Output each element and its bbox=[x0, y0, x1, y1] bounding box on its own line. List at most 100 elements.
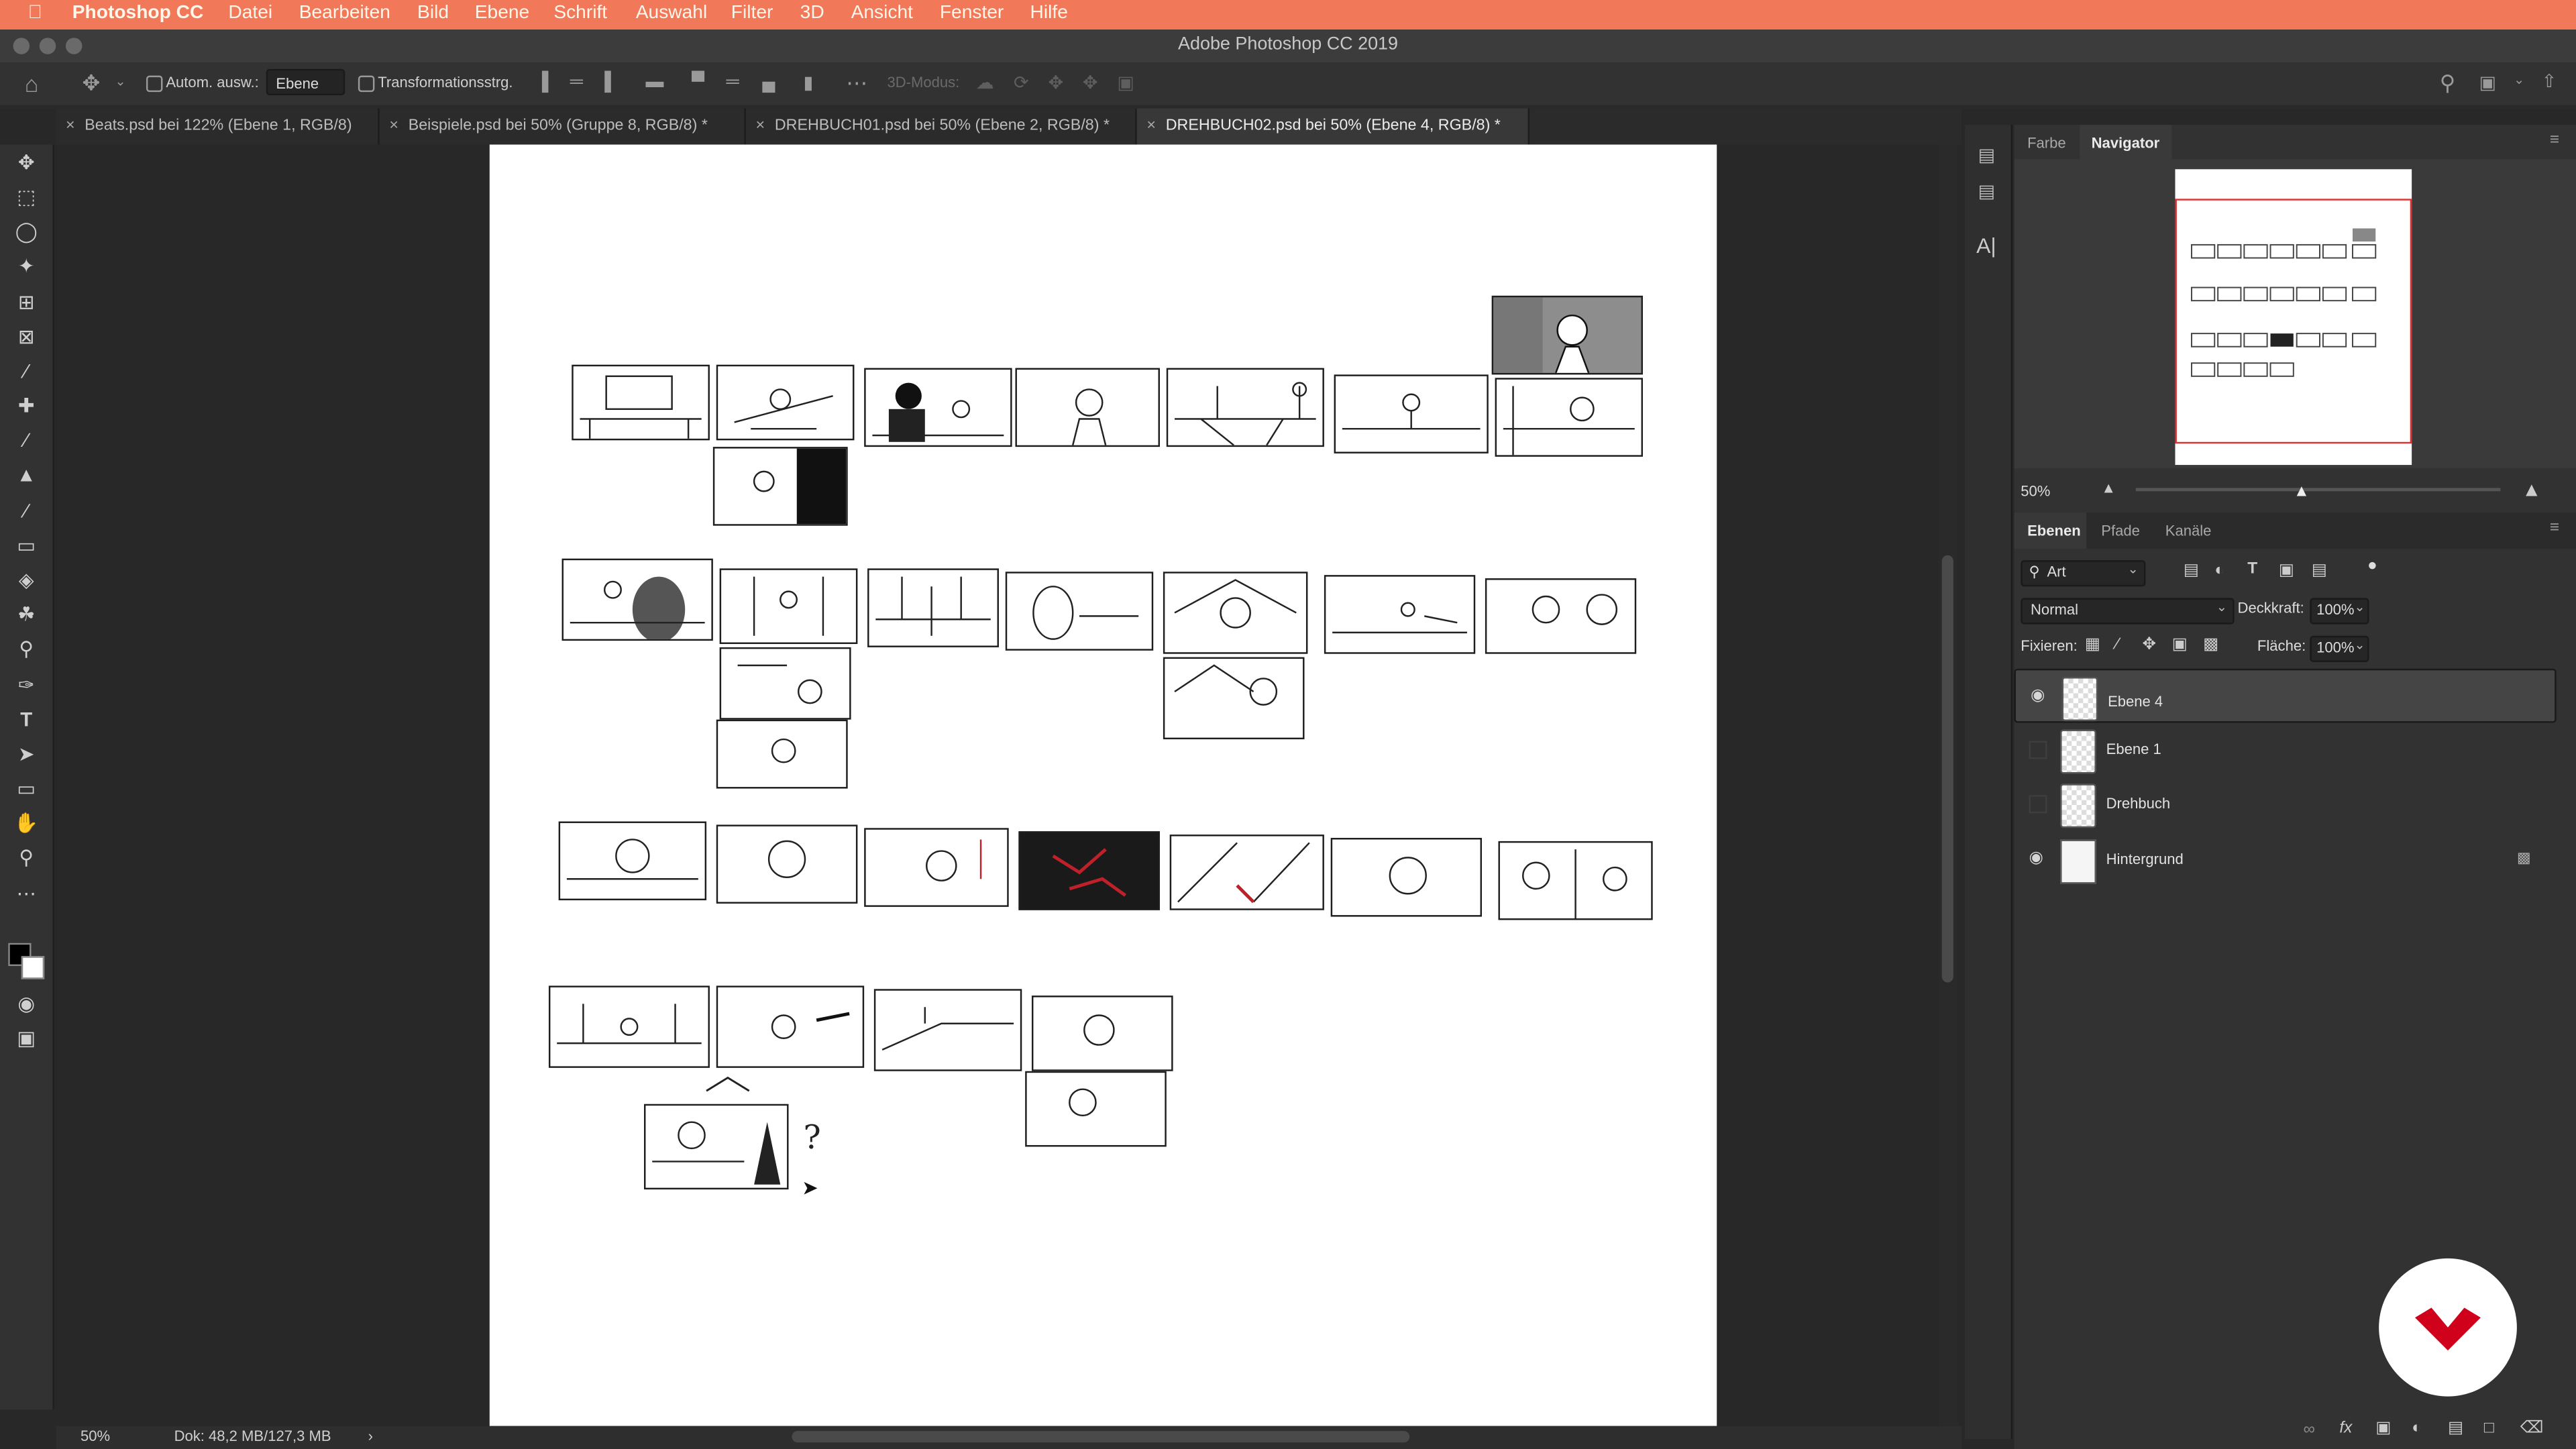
filter-smart-object-icon[interactable]: ▤ bbox=[2312, 562, 2327, 580]
opacity-field[interactable]: 100% ⌄ bbox=[2310, 598, 2369, 625]
tab-beispiele[interactable]: × Beispiele.psd bei 50% (Gruppe 8, RGB/8)… bbox=[380, 108, 746, 145]
type-tool-icon[interactable]: T bbox=[13, 706, 40, 733]
screen-mode-icon[interactable]: ▣ bbox=[13, 1025, 40, 1051]
brush-tool-icon[interactable]: ∕ bbox=[13, 427, 40, 453]
search-icon[interactable]: ⚲ bbox=[2440, 70, 2455, 97]
menu-datei[interactable]: Datei bbox=[228, 3, 272, 23]
chevron-down-icon[interactable]: ⌄ bbox=[115, 74, 125, 89]
background-color-swatch[interactable] bbox=[21, 956, 45, 979]
eye-icon[interactable]: ◉ bbox=[2029, 849, 2047, 867]
rectangle-tool-icon[interactable]: ▭ bbox=[13, 775, 40, 802]
zoom-in-icon[interactable]: ▲ bbox=[2522, 478, 2541, 501]
path-selection-tool-icon[interactable]: ➤ bbox=[13, 741, 40, 767]
transform-controls-checkbox[interactable] bbox=[358, 75, 375, 93]
status-chevron-icon[interactable]: › bbox=[368, 1428, 373, 1444]
more-options-icon[interactable]: ⋯ bbox=[846, 70, 867, 97]
tab-paths[interactable]: Pfade bbox=[2101, 523, 2140, 539]
link-layers-icon[interactable]: ∞ bbox=[2303, 1421, 2314, 1439]
canvas-area[interactable]: ? ➤ bbox=[56, 144, 1962, 1426]
align-right-icon[interactable]: ▌ bbox=[604, 72, 617, 92]
align-top-icon[interactable]: ▀ bbox=[692, 72, 704, 92]
healing-brush-tool-icon[interactable]: ✚ bbox=[13, 392, 40, 419]
tab-beats[interactable]: × Beats.psd bei 122% (Ebene 1, RGB/8) bbox=[56, 108, 380, 145]
zoom-out-icon[interactable]: ▲ bbox=[2101, 480, 2116, 496]
auto-select-dropdown[interactable]: Ebene bbox=[266, 68, 345, 96]
zoom-tool-icon[interactable]: ⚲ bbox=[13, 845, 40, 871]
edit-toolbar-icon[interactable]: ⋯ bbox=[13, 881, 40, 907]
history-panel-icon[interactable]: ▤ bbox=[1978, 145, 1995, 166]
tab-layers[interactable]: Ebenen bbox=[2027, 523, 2081, 539]
workspace-chevron-icon[interactable]: ⌄ bbox=[2514, 72, 2524, 87]
lock-image-icon[interactable]: ∕ bbox=[2116, 636, 2118, 654]
filter-adjustment-icon[interactable]: ◐ bbox=[2214, 562, 2224, 580]
workspace-icon[interactable]: ▣ bbox=[2479, 72, 2496, 93]
close-tab-icon[interactable]: × bbox=[66, 117, 75, 135]
share-icon[interactable]: ⇧ bbox=[2542, 70, 2557, 92]
lock-artboard-icon[interactable]: ▣ bbox=[2172, 636, 2188, 654]
new-layer-icon[interactable]: □ bbox=[2484, 1419, 2494, 1438]
menu-fenster[interactable]: Fenster bbox=[940, 3, 1004, 23]
align-left-icon[interactable]: ▐ bbox=[535, 72, 548, 92]
vertical-scroll-thumb[interactable] bbox=[1941, 555, 1953, 983]
hand-tool-icon[interactable]: ✋ bbox=[13, 810, 40, 836]
smudge-tool-icon[interactable]: ☘ bbox=[13, 601, 40, 627]
dodge-tool-icon[interactable]: ⚲ bbox=[13, 636, 40, 662]
layer-filter-dropdown[interactable]: ⚲ Art ⌄ bbox=[2021, 560, 2146, 587]
apple-icon[interactable]:  bbox=[28, 3, 42, 23]
move-tool-icon[interactable]: ✥ bbox=[82, 70, 100, 97]
align-bottom-icon[interactable]: ▄ bbox=[762, 72, 775, 92]
eye-icon[interactable]: ◉ bbox=[2031, 687, 2049, 705]
frame-tool-icon[interactable]: ⊠ bbox=[13, 323, 40, 350]
pen-tool-icon[interactable]: ✑ bbox=[13, 672, 40, 698]
close-tab-icon[interactable]: × bbox=[389, 117, 398, 135]
close-tab-icon[interactable]: × bbox=[1146, 117, 1156, 135]
menu-app-name[interactable]: Photoshop CC bbox=[72, 3, 204, 23]
new-group-icon[interactable]: ▤ bbox=[2448, 1419, 2463, 1438]
align-middle-icon[interactable]: ═ bbox=[726, 72, 739, 92]
tab-channels[interactable]: Kanäle bbox=[2165, 523, 2212, 539]
layers-menu-icon[interactable]: ≡ bbox=[2550, 519, 2559, 537]
stamp-tool-icon[interactable]: ▲ bbox=[13, 462, 40, 488]
navigator-zoom-value[interactable]: 50% bbox=[2021, 483, 2050, 499]
panel-menu-icon[interactable]: ≡ bbox=[2550, 131, 2559, 150]
auto-select-checkbox[interactable] bbox=[146, 75, 163, 93]
crop-tool-icon[interactable]: ⊞ bbox=[13, 289, 40, 315]
move-tool-icon[interactable]: ✥ bbox=[13, 150, 40, 176]
zoom-slider-handle[interactable]: ▲ bbox=[2294, 483, 2310, 501]
menu-bearbeiten[interactable]: Bearbeiten bbox=[299, 3, 390, 23]
layer-row-ebene-1[interactable]: Ebene 1 bbox=[2014, 723, 2556, 777]
tab-drehbuch01[interactable]: × DREHBUCH01.psd bei 50% (Ebene 2, RGB/8)… bbox=[746, 108, 1137, 145]
character-panel-icon[interactable]: A| bbox=[1976, 233, 1996, 258]
document-canvas[interactable]: ? ➤ bbox=[489, 144, 1717, 1426]
menu-bild[interactable]: Bild bbox=[417, 3, 449, 23]
layer-row-ebene-4[interactable]: ◉ Ebene 4 bbox=[2014, 668, 2557, 723]
menu-ansicht[interactable]: Ansicht bbox=[851, 3, 913, 23]
lock-position-icon[interactable]: ✥ bbox=[2142, 636, 2156, 654]
filter-toggle-icon[interactable]: ● bbox=[2367, 557, 2377, 575]
distribute-vertical-icon[interactable]: ▮ bbox=[804, 72, 814, 93]
zoom-slider-track[interactable] bbox=[2135, 488, 2501, 492]
visibility-toggle[interactable] bbox=[2029, 795, 2047, 814]
blend-mode-dropdown[interactable]: Normal ⌄ bbox=[2021, 598, 2235, 625]
menu-3d[interactable]: 3D bbox=[800, 3, 824, 23]
fill-field[interactable]: 100% ⌄ bbox=[2310, 635, 2369, 662]
tab-drehbuch02[interactable]: × DREHBUCH02.psd bei 50% (Ebene 4, RGB/8)… bbox=[1136, 108, 1530, 145]
status-zoom[interactable]: 50% bbox=[80, 1428, 110, 1444]
tab-navigator[interactable]: Navigator bbox=[2092, 135, 2160, 151]
menu-auswahl[interactable]: Auswahl bbox=[636, 3, 707, 23]
lock-transparent-icon[interactable]: ▦ bbox=[2085, 636, 2100, 654]
adjustment-layer-icon[interactable]: ◐ bbox=[2412, 1419, 2422, 1438]
layer-row-drehbuch[interactable]: Drehbuch bbox=[2014, 777, 2556, 831]
align-center-icon[interactable]: ═ bbox=[570, 72, 583, 92]
filter-shape-icon[interactable]: ▣ bbox=[2279, 562, 2294, 580]
layer-row-hintergrund[interactable]: ◉ Hintergrund ▩ bbox=[2014, 833, 2556, 888]
lock-all-icon[interactable]: ▩ bbox=[2203, 636, 2218, 654]
distribute-icon[interactable]: ▬ bbox=[645, 72, 663, 92]
magic-wand-tool-icon[interactable]: ✦ bbox=[13, 253, 40, 279]
visibility-toggle[interactable] bbox=[2029, 741, 2047, 759]
paint-bucket-tool-icon[interactable]: ◈ bbox=[13, 567, 40, 593]
menu-ebene[interactable]: Ebene bbox=[475, 3, 529, 23]
fx-icon[interactable]: fx bbox=[2339, 1419, 2352, 1438]
marquee-tool-icon[interactable]: ⬚ bbox=[13, 184, 40, 210]
lasso-tool-icon[interactable]: ◯ bbox=[13, 219, 40, 245]
